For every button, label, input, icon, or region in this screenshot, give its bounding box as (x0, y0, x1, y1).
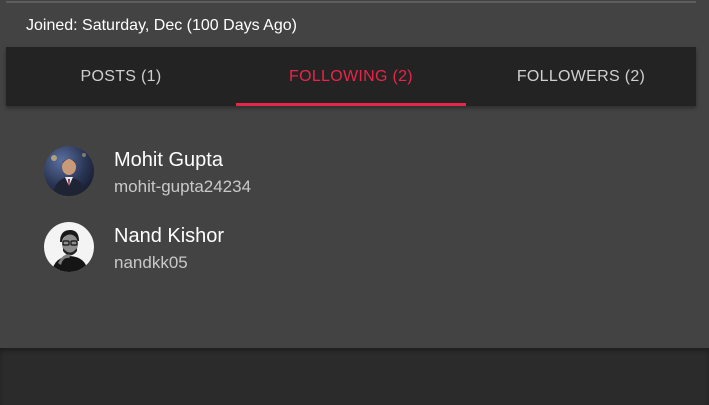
tab-followers[interactable]: FOLLOWERS (2) (466, 47, 696, 106)
following-list: Mohit Gupta mohit-gupta24234 Nand Kishor… (44, 146, 664, 298)
user-handle: mohit-gupta24234 (114, 177, 252, 196)
profile-card: Joined: Saturday, Dec (100 Days Ago) POS… (0, 0, 709, 348)
joined-date-text: Joined: Saturday, Dec (100 Days Ago) (26, 17, 297, 34)
tab-followers-label: FOLLOWERS (2) (516, 67, 646, 85)
tab-posts-label: POSTS (1) (80, 67, 162, 85)
user-info: Nand Kishor nandkk05 (114, 224, 224, 275)
user-info: Mohit Gupta mohit-gupta24234 (114, 148, 251, 199)
user-photo-icon (44, 222, 94, 272)
avatar[interactable] (44, 146, 94, 196)
tab-following[interactable]: FOLLOWING (2) (236, 47, 466, 106)
tab-posts[interactable]: POSTS (1) (6, 47, 236, 106)
tab-following-label: FOLLOWING (2) (289, 67, 413, 85)
user-name[interactable]: Mohit Gupta (114, 148, 251, 172)
profile-tabs: POSTS (1) FOLLOWING (2) FOLLOWERS (2) (6, 47, 696, 106)
page-background-strip (0, 348, 709, 405)
following-list-item[interactable]: Nand Kishor nandkk05 (44, 222, 664, 298)
top-divider (6, 1, 696, 3)
user-photo-icon (44, 146, 94, 196)
active-tab-indicator (236, 103, 466, 106)
following-list-item[interactable]: Mohit Gupta mohit-gupta24234 (44, 146, 664, 222)
avatar[interactable] (44, 222, 94, 272)
user-handle: nandkk05 (114, 253, 188, 272)
user-name[interactable]: Nand Kishor (114, 224, 224, 248)
